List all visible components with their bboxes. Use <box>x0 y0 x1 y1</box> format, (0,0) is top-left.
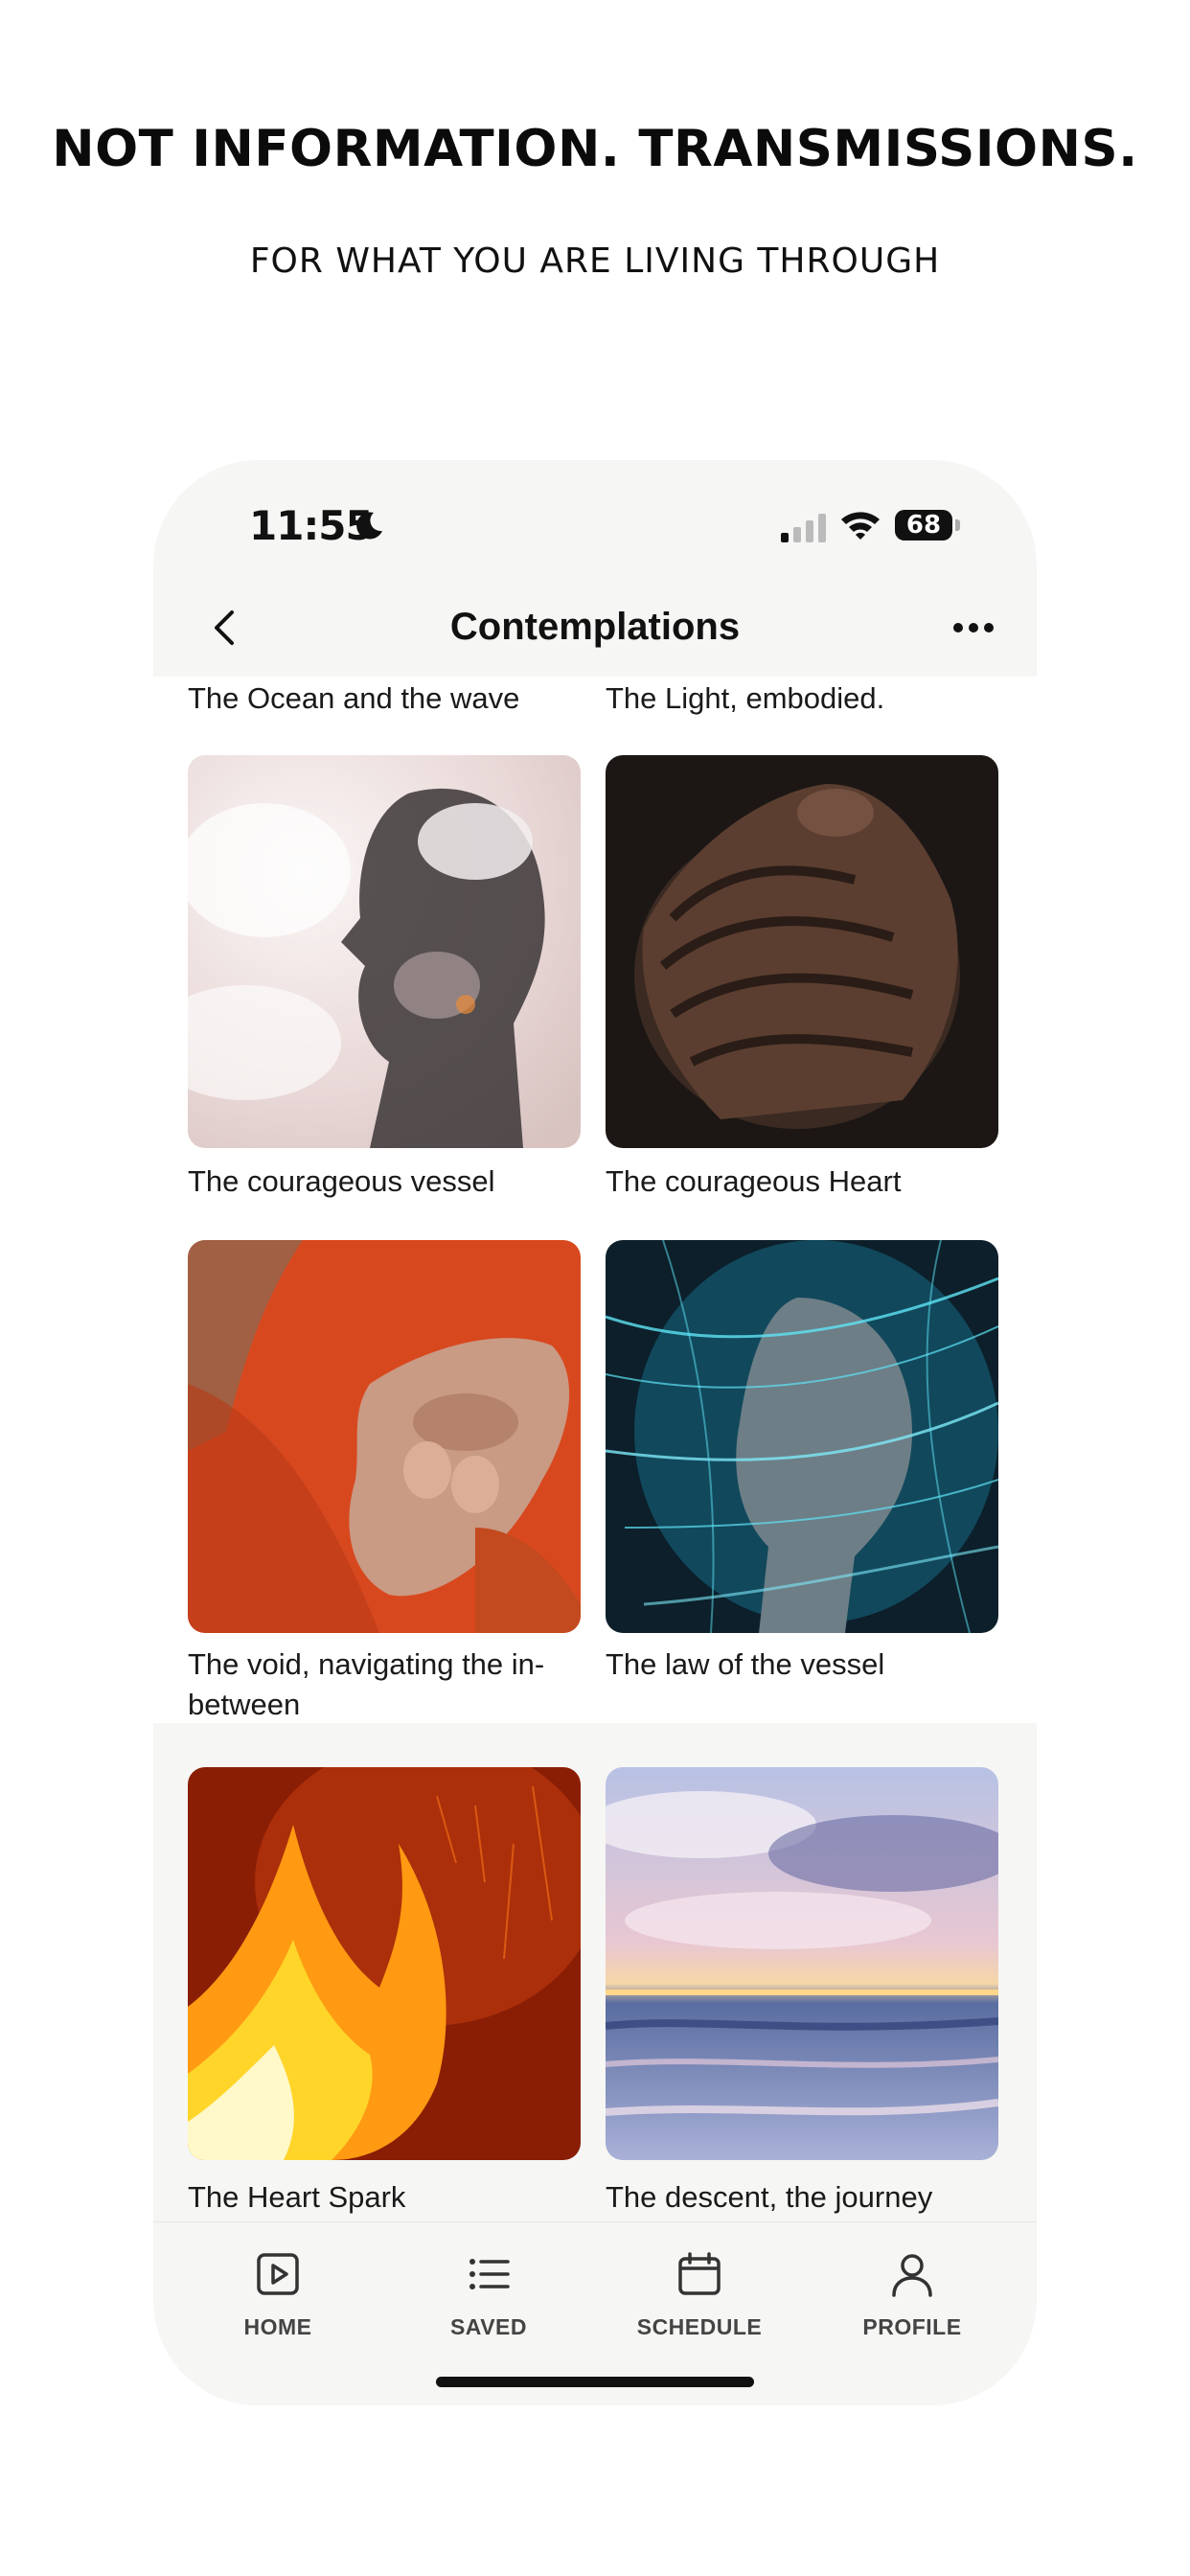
marketing-subline: FOR WHAT YOU ARE LIVING THROUGH <box>249 242 941 281</box>
card-image-courageous-vessel[interactable] <box>188 755 581 1148</box>
tab-label: HOME <box>243 2314 312 2339</box>
card-label[interactable]: The void, navigating the in-between <box>188 1644 581 1723</box>
tab-label: SAVED <box>449 2314 528 2339</box>
tab-home[interactable]: HOME <box>201 2251 355 2340</box>
card-label[interactable]: The Heart Spark <box>188 2177 581 2218</box>
tab-label: SCHEDULE <box>636 2314 763 2339</box>
tab-schedule[interactable]: SCHEDULE <box>623 2251 776 2340</box>
card-image-void[interactable] <box>188 1240 581 1633</box>
page-title: Contemplations <box>449 606 741 648</box>
play-square-icon <box>257 2253 299 2295</box>
home-indicator <box>436 2377 754 2387</box>
battery-icon: 68 <box>895 510 952 540</box>
card-label[interactable]: The courageous vessel <box>188 1162 581 1202</box>
tab-profile[interactable]: PROFILE <box>835 2251 989 2340</box>
user-icon <box>892 2254 932 2297</box>
card-label[interactable]: The courageous Heart <box>606 1162 998 1202</box>
tab-saved[interactable]: SAVED <box>412 2251 565 2340</box>
marketing-headline: NOT INFORMATION. TRANSMISSIONS. <box>52 120 1138 178</box>
more-horizontal-icon[interactable] <box>945 604 1002 652</box>
card-label[interactable]: The descent, the journey <box>606 2177 998 2218</box>
grid-top-label-right[interactable]: The Light, embodied. <box>606 678 998 719</box>
grid-top-label-left[interactable]: The Ocean and the wave <box>188 678 581 719</box>
card-image-heart-spark[interactable] <box>188 1767 581 2160</box>
calendar-icon <box>678 2252 721 2295</box>
tab-label: PROFILE <box>862 2314 962 2339</box>
phone-frame: 11:55 68 Contemplations The Ocean and th… <box>153 460 1037 2405</box>
contemplations-grid: The Ocean and the wave The Light, embodi… <box>153 677 1037 1723</box>
card-image-law-of-vessel[interactable] <box>606 1240 998 1633</box>
card-label[interactable]: The law of the vessel <box>606 1644 998 1685</box>
battery-cap <box>955 519 960 531</box>
list-icon <box>469 2259 510 2289</box>
signal-icon <box>781 514 826 542</box>
card-image-courageous-heart[interactable] <box>606 755 998 1148</box>
card-image-descent[interactable] <box>606 1767 998 2160</box>
wifi-icon <box>841 512 880 540</box>
moon-icon <box>356 512 382 540</box>
